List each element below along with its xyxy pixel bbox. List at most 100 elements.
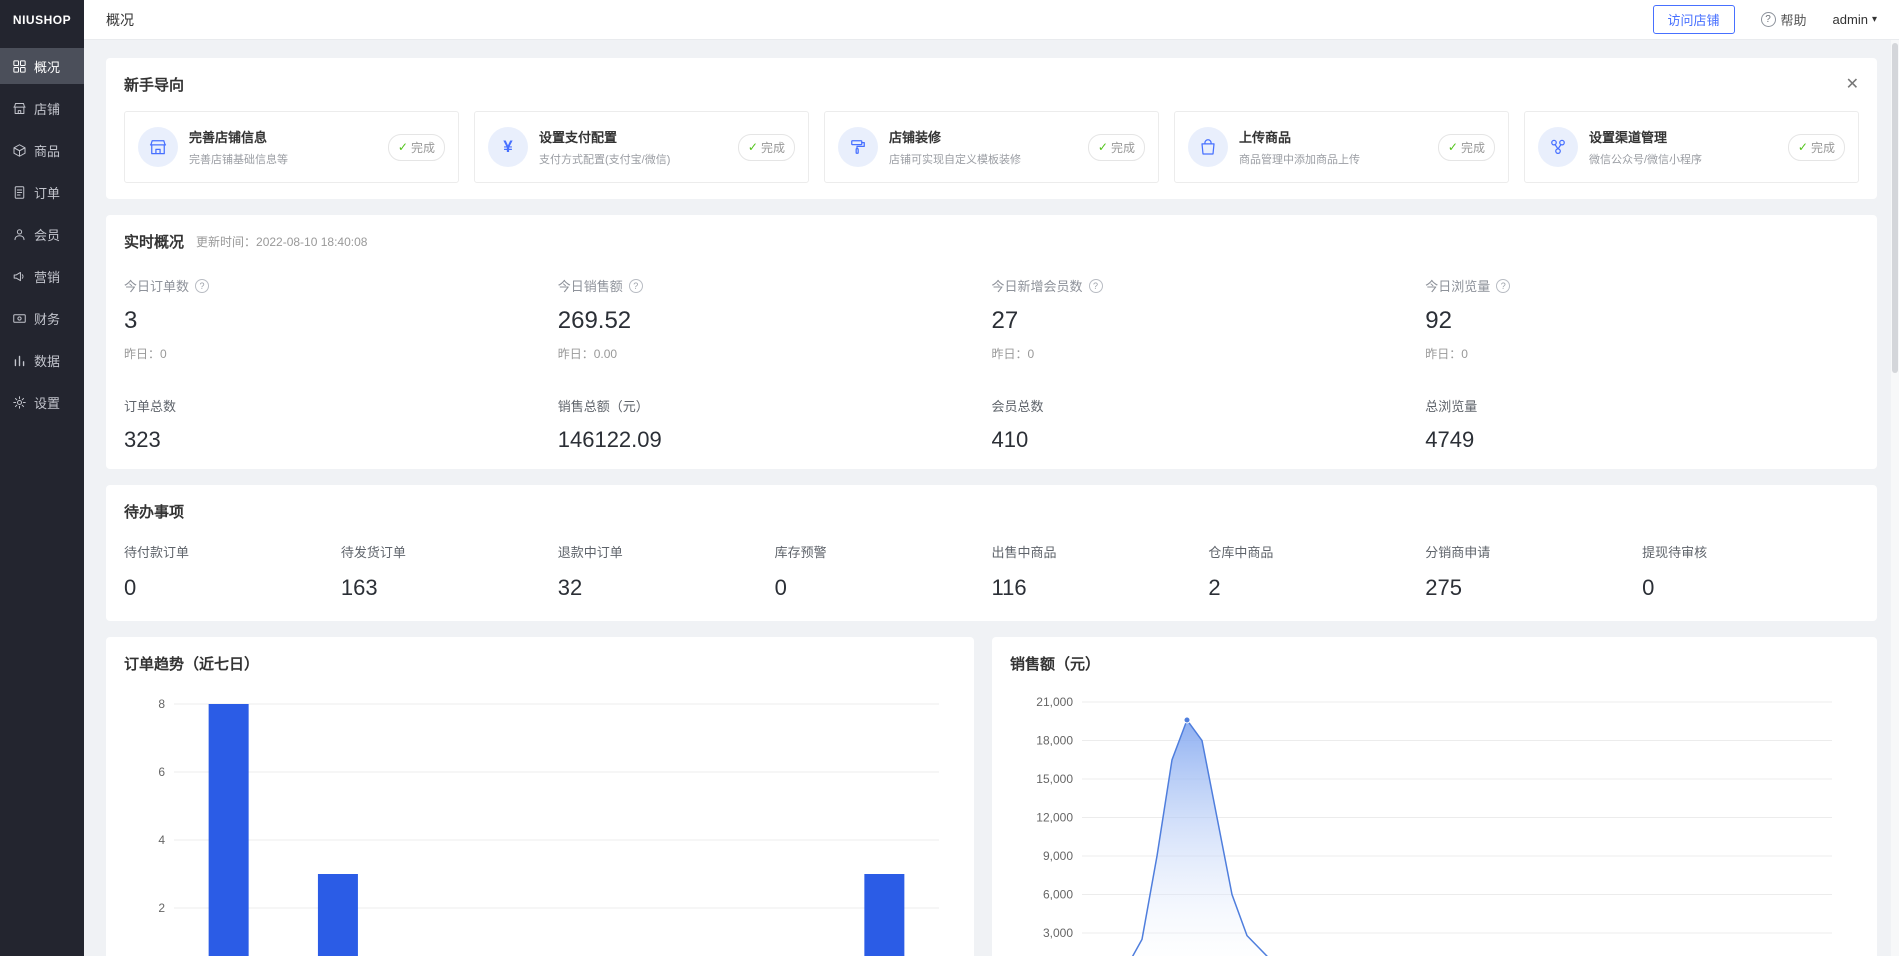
todo-label: 提现待审核: [1642, 542, 1859, 561]
todo-item-in-warehouse[interactable]: 仓库中商品 2: [1208, 542, 1425, 605]
done-label: 完成: [411, 139, 435, 156]
stat-today-new-members: 今日新增会员数? 27 昨日：0 会员总数 410: [992, 276, 1426, 453]
svg-text:4: 4: [158, 833, 165, 847]
done-label: 完成: [1111, 139, 1135, 156]
paint-roller-icon: [838, 127, 878, 167]
todo-item-pending-shipment[interactable]: 待发货订单 163: [341, 542, 558, 605]
check-icon: ✓: [1448, 140, 1458, 154]
breadcrumb: 概况: [106, 10, 134, 30]
done-label: 完成: [1811, 139, 1835, 156]
sidebar-item-goods[interactable]: 商品: [0, 132, 84, 168]
todo-label: 出售中商品: [992, 542, 1209, 561]
help-link[interactable]: ? 帮助: [1761, 10, 1807, 29]
stat-total-value: 323: [124, 427, 558, 453]
sidebar-item-label: 数据: [34, 351, 60, 370]
yen-icon: ¥: [488, 127, 528, 167]
check-icon: ✓: [748, 140, 758, 154]
finance-icon: [12, 311, 27, 326]
todo-title: 待办事项: [124, 501, 184, 522]
todo-item-refunding[interactable]: 退款中订单 32: [558, 542, 775, 605]
stat-yesterday: 昨日：0: [1425, 345, 1859, 362]
sidebar-item-label: 订单: [34, 183, 60, 202]
stat-yesterday: 昨日：0.00: [558, 345, 992, 362]
user-menu[interactable]: admin ▾: [1833, 12, 1877, 27]
svg-text:9,000: 9,000: [1043, 849, 1073, 863]
todo-item-pending-payment[interactable]: 待付款订单 0: [124, 542, 341, 605]
stat-total-label: 订单总数: [124, 396, 558, 415]
sales-amount-chart: 21,00018,00015,00012,0009,0006,0003,000: [1010, 686, 1850, 956]
todo-item-stock-warning[interactable]: 库存预警 0: [775, 542, 992, 605]
svg-text:6: 6: [158, 765, 165, 779]
stats-grid: 今日订单数? 3 昨日：0 订单总数 323 今日销售额? 269.52 昨日：…: [124, 276, 1859, 453]
sidebar-item-shop[interactable]: 店铺: [0, 90, 84, 126]
sidebar-item-label: 营销: [34, 267, 60, 286]
realtime-title: 实时概况: [124, 231, 184, 252]
shop-icon: [12, 101, 27, 116]
todo-value: 0: [1642, 575, 1859, 605]
done-badge: ✓ 完成: [1438, 134, 1495, 161]
stat-yesterday: 昨日：0: [992, 345, 1426, 362]
visit-shop-button[interactable]: 访问店铺: [1653, 5, 1735, 34]
main-content: 新手导向 ✕ 完善店铺信息 完善店铺基础信息等 ✓ 完成 ¥: [84, 40, 1899, 956]
newbie-guide-card: 新手导向 ✕ 完善店铺信息 完善店铺基础信息等 ✓ 完成 ¥: [106, 58, 1877, 199]
help-icon[interactable]: ?: [1089, 279, 1103, 293]
done-badge: ✓ 完成: [1088, 134, 1145, 161]
svg-text:15,000: 15,000: [1036, 772, 1073, 786]
sidebar-item-overview[interactable]: 概况: [0, 48, 84, 84]
guide-item-payment-config[interactable]: ¥ 设置支付配置 支付方式配置(支付宝/微信) ✓ 完成: [474, 111, 809, 183]
todo-grid: 待付款订单 0 待发货订单 163 退款中订单 32 库存预警 0 出售中商品 …: [124, 542, 1859, 605]
username: admin: [1833, 12, 1868, 27]
sidebar-item-label: 财务: [34, 309, 60, 328]
check-icon: ✓: [398, 140, 408, 154]
guide-item-channel-management[interactable]: 设置渠道管理 微信公众号/微信小程序 ✓ 完成: [1524, 111, 1859, 183]
sidebar-item-data[interactable]: 数据: [0, 342, 84, 378]
todo-item-distributor-apply[interactable]: 分销商申请 275: [1425, 542, 1642, 605]
todo-item-on-sale[interactable]: 出售中商品 116: [992, 542, 1209, 605]
done-badge: ✓ 完成: [388, 134, 445, 161]
sidebar-item-members[interactable]: 会员: [0, 216, 84, 252]
stat-label: 今日浏览量: [1425, 276, 1490, 295]
stat-total-label: 销售总额（元）: [558, 396, 992, 415]
guide-item-title: 设置支付配置: [539, 127, 670, 146]
data-icon: [12, 353, 27, 368]
svg-text:18,000: 18,000: [1036, 734, 1073, 748]
help-icon[interactable]: ?: [629, 279, 643, 293]
guide-item-shop-info[interactable]: 完善店铺信息 完善店铺基础信息等 ✓ 完成: [124, 111, 459, 183]
stat-value: 27: [992, 307, 1426, 335]
order-icon: [12, 185, 27, 200]
stat-label: 今日销售额: [558, 276, 623, 295]
sidebar-item-marketing[interactable]: 营销: [0, 258, 84, 294]
stat-today-orders: 今日订单数? 3 昨日：0 订单总数 323: [124, 276, 558, 453]
done-badge: ✓ 完成: [738, 134, 795, 161]
order-trend-chart: 2468: [124, 686, 954, 956]
stat-total-label: 总浏览量: [1425, 396, 1859, 415]
close-icon[interactable]: ✕: [1846, 77, 1859, 93]
stat-value: 92: [1425, 307, 1859, 335]
help-icon[interactable]: ?: [1496, 279, 1510, 293]
todo-item-withdraw-review[interactable]: 提现待审核 0: [1642, 542, 1859, 605]
charts-row: 订单趋势（近七日） 2468 销售额（元） 21,00018,00015,000…: [106, 637, 1877, 956]
stat-total-value: 4749: [1425, 427, 1859, 453]
todo-value: 163: [341, 575, 558, 605]
guide-item-desc: 完善店铺基础信息等: [189, 151, 288, 167]
todo-value: 0: [775, 575, 992, 605]
guide-item-shop-decoration[interactable]: 店铺装修 店铺可实现自定义模板装修 ✓ 完成: [824, 111, 1159, 183]
guide-item-desc: 商品管理中添加商品上传: [1239, 151, 1360, 167]
page-scrollbar[interactable]: [1892, 43, 1898, 373]
svg-text:3,000: 3,000: [1043, 926, 1073, 940]
guide-item-title: 店铺装修: [889, 127, 1021, 146]
svg-text:8: 8: [158, 697, 165, 711]
sidebar-item-orders[interactable]: 订单: [0, 174, 84, 210]
help-icon[interactable]: ?: [195, 279, 209, 293]
storefront-icon: [138, 127, 178, 167]
sales-amount-title: 销售额（元）: [1010, 653, 1859, 674]
settings-icon: [12, 395, 27, 410]
done-label: 完成: [761, 139, 785, 156]
sidebar-item-finance[interactable]: 财务: [0, 300, 84, 336]
guide-item-upload-goods[interactable]: 上传商品 商品管理中添加商品上传 ✓ 完成: [1174, 111, 1509, 183]
guide-item-desc: 店铺可实现自定义模板装修: [889, 151, 1021, 167]
sidebar: NIUSHOP 概况 店铺 商品 订单 会员 营销 财务: [0, 0, 84, 956]
sidebar-item-settings[interactable]: 设置: [0, 384, 84, 420]
help-icon: ?: [1761, 12, 1776, 27]
todo-label: 退款中订单: [558, 542, 775, 561]
